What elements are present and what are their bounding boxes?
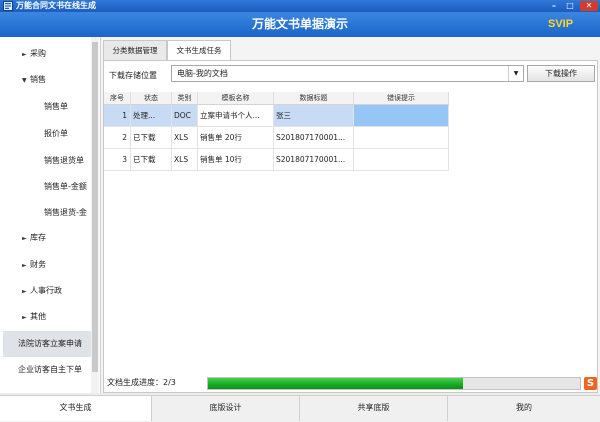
sidebar-item-label: 库存 bbox=[30, 233, 46, 242]
sidebar-item-purchase[interactable]: ► 采购 bbox=[22, 41, 46, 67]
sidebar-item-quotation[interactable]: 报价单 bbox=[44, 121, 68, 147]
sidebar-item-court-visitor[interactable]: 法院访客立案申请 bbox=[18, 331, 82, 357]
minimize-icon[interactable]: – bbox=[547, 1, 561, 11]
nav-document-generation[interactable]: 文书生成 bbox=[0, 396, 152, 421]
sidebar-item-inventory[interactable]: ► 库存 bbox=[22, 225, 46, 251]
vip-badge[interactable]: SVIP bbox=[548, 12, 573, 37]
cell-no: 1 bbox=[104, 105, 131, 127]
column-header-no[interactable]: 序号 bbox=[104, 92, 131, 104]
download-button[interactable]: 下载操作 bbox=[527, 65, 595, 82]
download-location-label: 下载存储位置 bbox=[109, 71, 157, 80]
bottom-nav: 文书生成 底版设计 共享底版 我的 bbox=[0, 395, 600, 422]
download-location-select[interactable]: 电脑-我的文档 ▼ bbox=[171, 65, 524, 82]
column-header-error[interactable]: 错误提示 bbox=[354, 92, 449, 104]
main-area: 分类数据管理 文书生成任务 下载存储位置 电脑-我的文档 ▼ 下载操作 序号 状… bbox=[101, 37, 600, 393]
table-row[interactable]: 3 已下载 XLS 销售单 10行 S201807170001... bbox=[104, 149, 449, 171]
cell-status: 处理... bbox=[131, 105, 172, 127]
cell-type: XLS bbox=[172, 149, 198, 171]
maximize-icon[interactable]: □ bbox=[563, 1, 577, 11]
sidebar-item-sales-return-amount[interactable]: 销售退货-金 bbox=[44, 200, 87, 226]
cell-type: DOC bbox=[172, 105, 198, 127]
sidebar-item-label: 财务 bbox=[30, 260, 46, 269]
expand-arrow-icon: ► bbox=[22, 314, 27, 321]
column-header-data-title[interactable]: 数据标题 bbox=[274, 92, 354, 104]
progress-row: 文档生成进度：2/3 S bbox=[101, 374, 600, 393]
sidebar-item-sales[interactable]: ▼ 销售 bbox=[22, 67, 46, 93]
sidebar-item-finance[interactable]: ► 财务 bbox=[22, 252, 46, 278]
task-table: 序号 状态 类别 模板名称 数据标题 错误提示 1 处理... DOC 立案申请… bbox=[104, 92, 597, 344]
app-header: 万能文书单据演示 SVIP bbox=[0, 12, 600, 37]
nav-mine[interactable]: 我的 bbox=[448, 396, 600, 421]
cell-type: XLS bbox=[172, 127, 198, 149]
cell-error bbox=[354, 149, 449, 171]
cell-template: 立案申请书个人... bbox=[198, 105, 274, 127]
expand-arrow-icon: ► bbox=[22, 235, 27, 242]
nav-template-design[interactable]: 底版设计 bbox=[152, 396, 300, 421]
column-header-type[interactable]: 类别 bbox=[172, 92, 198, 104]
tab-category-data[interactable]: 分类数据管理 bbox=[103, 40, 167, 61]
sidebar-item-hr-admin[interactable]: ► 人事行政 bbox=[22, 278, 62, 304]
cell-data-title: S201807170001... bbox=[274, 127, 354, 149]
table-header: 序号 状态 类别 模板名称 数据标题 错误提示 bbox=[104, 92, 449, 105]
collapse-arrow-icon: ▼ bbox=[22, 77, 27, 84]
table-row[interactable]: 2 已下载 XLS 销售单 20行 S201807170001... bbox=[104, 127, 449, 149]
app-heading: 万能文书单据演示 bbox=[251, 17, 348, 31]
expand-arrow-icon: ► bbox=[22, 262, 27, 269]
chevron-down-icon[interactable]: ▼ bbox=[508, 66, 523, 81]
cell-no: 2 bbox=[104, 127, 131, 149]
sidebar-item-label: 其他 bbox=[30, 312, 46, 321]
task-panel: 下载存储位置 电脑-我的文档 ▼ 下载操作 序号 状态 类别 模板名称 数据标题… bbox=[103, 60, 598, 393]
close-icon[interactable]: ✕ bbox=[580, 1, 598, 11]
column-header-status[interactable]: 状态 bbox=[131, 92, 172, 104]
cell-error bbox=[354, 127, 449, 149]
cell-status: 已下载 bbox=[131, 127, 172, 149]
sidebar-item-sales-amount[interactable]: 销售单-金额 bbox=[44, 174, 87, 200]
tab-generation-tasks[interactable]: 文书生成任务 bbox=[167, 40, 231, 61]
cell-data-title: S201807170001... bbox=[274, 149, 354, 171]
sidebar-item-other[interactable]: ► 其他 bbox=[22, 304, 46, 330]
app-icon bbox=[3, 1, 13, 11]
s-logo-icon[interactable]: S bbox=[584, 377, 597, 390]
cell-no: 3 bbox=[104, 149, 131, 171]
progress-label: 文档生成进度：2/3 bbox=[107, 378, 176, 387]
expand-arrow-icon: ► bbox=[22, 51, 27, 58]
sidebar-scrollbar[interactable] bbox=[91, 37, 99, 393]
nav-shared-templates[interactable]: 共享底版 bbox=[300, 396, 448, 421]
sidebar-item-sales-return[interactable]: 销售退货单 bbox=[44, 148, 84, 174]
sidebar-item-label: 人事行政 bbox=[30, 286, 62, 295]
table-row[interactable]: 1 处理... DOC 立案申请书个人... 张三 bbox=[104, 105, 449, 127]
sidebar-item-label: 销售 bbox=[30, 75, 46, 84]
download-location-value: 电脑-我的文档 bbox=[177, 69, 228, 78]
window-titlebar: 万能合同文书在线生成 – □ ✕ bbox=[0, 0, 600, 12]
sidebar: ► 采购 ▼ 销售 销售单 报价单 销售退货单 销售单-金额 销售退货-金 ► 库存 … bbox=[0, 37, 101, 393]
sidebar-item-sales-order[interactable]: 销售单 bbox=[44, 94, 68, 120]
window-title: 万能合同文书在线生成 bbox=[16, 1, 96, 10]
sidebar-item-label: 采购 bbox=[30, 49, 46, 58]
cell-status: 已下载 bbox=[131, 149, 172, 171]
sidebar-item-enterprise-visitor[interactable]: 企业访客自主下单 bbox=[18, 357, 82, 383]
cell-template: 销售单 20行 bbox=[198, 127, 274, 149]
cell-error bbox=[354, 105, 449, 127]
progress-bar bbox=[207, 377, 581, 390]
scrollbar-thumb[interactable] bbox=[92, 42, 98, 372]
cell-data-title: 张三 bbox=[274, 105, 354, 127]
progress-fill bbox=[208, 378, 463, 389]
column-header-template[interactable]: 模板名称 bbox=[198, 92, 274, 104]
cell-template: 销售单 10行 bbox=[198, 149, 274, 171]
expand-arrow-icon: ► bbox=[22, 288, 27, 295]
